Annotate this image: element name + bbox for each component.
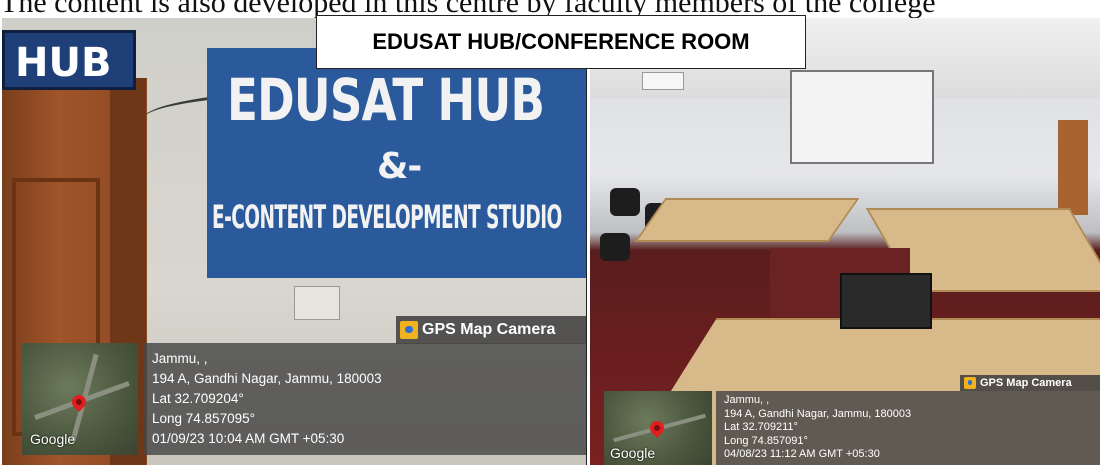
monitor xyxy=(840,273,932,329)
map-thumbnail: Google xyxy=(604,391,712,465)
conference-room-photo: GPS Map Camera Google Jammu, , 194 A, Ga… xyxy=(590,18,1100,465)
gps-info-panel: Jammu, , 194 A, Gandhi Nagar, Jammu, 180… xyxy=(716,391,1100,465)
info-address: 194 A, Gandhi Nagar, Jammu, 180003 xyxy=(152,371,382,386)
map-pin-icon xyxy=(647,418,667,438)
info-longitude: Long 74.857095° xyxy=(152,411,255,426)
info-datetime: 01/09/23 10:04 AM GMT +05:30 xyxy=(152,431,345,446)
info-city: Jammu, , xyxy=(724,394,770,406)
info-latitude: Lat 32.709204° xyxy=(152,391,244,406)
gps-camera-icon xyxy=(964,377,976,389)
google-logo: Google xyxy=(30,431,76,447)
hub-sign: HUB xyxy=(2,30,136,90)
info-longitude: Long 74.857091° xyxy=(724,434,808,447)
gps-map-camera-badge: GPS Map Camera xyxy=(396,316,586,344)
gps-badge-label: GPS Map Camera xyxy=(980,377,1072,389)
projection-screen xyxy=(790,70,934,164)
photo-caption-headline: EDUSAT HUB/CONFERENCE ROOM xyxy=(316,15,806,69)
info-city: Jammu, , xyxy=(152,351,208,366)
info-latitude: Lat 32.709211° xyxy=(724,421,798,433)
air-conditioner xyxy=(642,72,684,90)
gps-map-camera-badge: GPS Map Camera xyxy=(960,375,1100,391)
mural-line-2: &- xyxy=(377,146,422,187)
chair xyxy=(600,233,630,261)
switch-box xyxy=(294,286,340,320)
mural-line-1: EDUSAT HUB xyxy=(227,66,545,134)
gps-info-panel: Jammu, , 194 A, Gandhi Nagar, Jammu, 180… xyxy=(144,343,586,455)
chair xyxy=(610,188,640,216)
room-door xyxy=(1058,120,1088,215)
gps-camera-icon xyxy=(400,321,418,339)
map-thumbnail: Google xyxy=(22,343,138,455)
mural-line-3: E-CONTENT DEVELOPMENT STUDIO xyxy=(212,198,562,236)
gps-badge-label: GPS Map Camera xyxy=(422,321,556,338)
info-datetime: 04/08/23 11:12 AM GMT +05:30 xyxy=(724,448,880,460)
conference-table-left xyxy=(634,198,860,242)
google-logo: Google xyxy=(610,445,656,461)
edusat-hub-entrance-photo: HUB EDUSAT HUB &- E-CONTENT DEVELOPMENT … xyxy=(2,18,587,465)
info-address: 194 A, Gandhi Nagar, Jammu, 180003 xyxy=(724,407,912,420)
